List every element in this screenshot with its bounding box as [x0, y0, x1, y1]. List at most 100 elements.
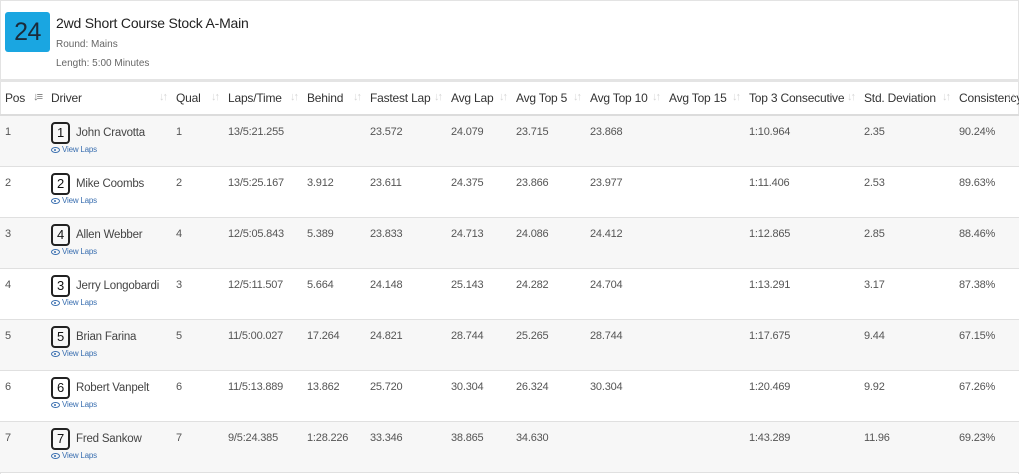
cell-driver: 2 Mike Coombs View Laps: [46, 166, 171, 218]
cell-driver: 1 John Cravotta View Laps: [46, 115, 171, 167]
column-header-avg-top5[interactable]: Avg Top 5 ↓↑: [511, 82, 585, 116]
cell-qual: 4: [171, 217, 223, 269]
view-laps-link[interactable]: View Laps: [51, 196, 171, 205]
sort-arrows-icon[interactable]: ↓↑: [573, 91, 582, 103]
cell-avg-lap: 25.143: [446, 268, 511, 320]
view-laps-link[interactable]: View Laps: [51, 145, 171, 154]
car-number-badge: 5: [51, 325, 70, 348]
cell-qual: 5: [171, 319, 223, 371]
sort-arrows-icon[interactable]: ↓↑: [211, 91, 220, 103]
view-laps-link[interactable]: View Laps: [51, 400, 171, 409]
cell-top3-consecutive: 1:12.865: [744, 217, 859, 269]
view-laps-label: View Laps: [62, 399, 97, 409]
cell-laps-time: 12/5:11.507: [223, 268, 302, 320]
sort-arrows-icon[interactable]: ↓↑: [353, 91, 362, 103]
column-header-laps-time[interactable]: Laps/Time ↓↑: [223, 82, 302, 116]
cell-qual: 1: [171, 115, 223, 167]
cell-laps-time: 9/5:24.385: [223, 421, 302, 473]
column-header-fastest-lap[interactable]: Fastest Lap ↓↑: [365, 82, 446, 116]
car-number-badge: 7: [51, 427, 70, 450]
column-header-driver[interactable]: Driver ↓↑: [46, 82, 171, 116]
sort-arrows-icon[interactable]: ↓↑: [434, 91, 443, 103]
column-header-top3-consecutive[interactable]: Top 3 Consecutive ↓↑: [744, 82, 859, 116]
table-row: 3 4 Allen Webber View Laps 4 12/5:05.843 5.389…: [0, 217, 1019, 269]
cell-std-dev: 9.92: [859, 370, 954, 422]
view-laps-label: View Laps: [62, 145, 97, 154]
race-title: 2wd Short Course Stock A-Main: [56, 15, 249, 31]
cell-avg-top5: 24.086: [511, 217, 585, 269]
cell-avg-top15: [664, 370, 744, 422]
cell-avg-top5: 25.265: [511, 319, 585, 371]
sort-arrows-icon[interactable]: ↓↑: [942, 91, 951, 103]
column-header-avg-top15[interactable]: Avg Top 15 ↓↑: [664, 82, 744, 116]
cell-pos: 6: [0, 370, 46, 422]
column-header-qual[interactable]: Qual ↓↑: [171, 82, 223, 116]
cell-avg-top10: 30.304: [585, 370, 664, 422]
view-laps-label: View Laps: [62, 195, 97, 205]
cell-avg-top5: 23.715: [511, 115, 585, 167]
column-header-label: Avg Lap: [451, 91, 494, 105]
view-laps-link[interactable]: View Laps: [51, 247, 171, 256]
driver-name: Robert Vanpelt: [76, 381, 150, 394]
cell-std-dev: 2.35: [859, 115, 954, 167]
cell-avg-top5: 24.282: [511, 268, 585, 320]
cell-std-dev: 9.44: [859, 319, 954, 371]
cell-avg-top15: [664, 421, 744, 473]
cell-consistency: 89.63%: [954, 166, 1019, 218]
column-header-avg-top10[interactable]: Avg Top 10 ↓↑: [585, 82, 664, 116]
column-header-avg-lap[interactable]: Avg Lap ↓↑: [446, 82, 511, 116]
race-round: Round: Mains: [56, 39, 118, 50]
sort-arrows-icon[interactable]: ↓↑: [847, 91, 856, 103]
column-header-std-dev[interactable]: Std. Deviation ↓↑: [859, 82, 954, 116]
cell-qual: 7: [171, 421, 223, 473]
cell-avg-lap: 24.079: [446, 115, 511, 167]
cell-fastest-lap: 23.833: [365, 217, 446, 269]
view-laps-link[interactable]: View Laps: [51, 298, 171, 307]
sort-arrows-icon[interactable]: ↓↑: [732, 91, 741, 103]
view-laps-link[interactable]: View Laps: [51, 349, 171, 358]
cell-avg-top5: 26.324: [511, 370, 585, 422]
eye-icon: [51, 197, 60, 204]
eye-icon: [51, 299, 60, 306]
race-length: Length: 5:00 Minutes: [56, 58, 150, 69]
cell-fastest-lap: 23.572: [365, 115, 446, 167]
column-header-behind[interactable]: Behind ↓↑: [302, 82, 365, 116]
sort-arrows-icon[interactable]: ↓↑: [290, 91, 299, 103]
sort-arrows-icon[interactable]: ↓↑: [652, 91, 661, 103]
cell-avg-top15: [664, 217, 744, 269]
cell-laps-time: 13/5:21.255: [223, 115, 302, 167]
cell-fastest-lap: 25.720: [365, 370, 446, 422]
sort-arrows-icon[interactable]: ↓↑: [159, 91, 168, 103]
sort-arrows-icon[interactable]: ↓≡: [33, 91, 43, 103]
sort-arrows-icon[interactable]: ↓↑: [1007, 91, 1016, 103]
cell-avg-top15: [664, 319, 744, 371]
table-row: 6 6 Robert Vanpelt View Laps 6 11/5:13.889 13.…: [0, 370, 1019, 422]
driver-name: Brian Farina: [76, 330, 137, 343]
column-header-consistency[interactable]: Consistency ↓↑: [954, 82, 1019, 116]
cell-top3-consecutive: 1:20.469: [744, 370, 859, 422]
view-laps-label: View Laps: [62, 297, 97, 307]
cell-avg-top10: 24.704: [585, 268, 664, 320]
table-row: 5 5 Brian Farina View Laps 5 11/5:00.027 17.26…: [0, 319, 1019, 371]
view-laps-link[interactable]: View Laps: [51, 451, 171, 460]
table-header-row: Pos ↓≡ Driver ↓↑ Qual ↓↑ Laps/Time ↓↑ Behind ↓↑ Fa…: [0, 82, 1019, 116]
sort-arrows-icon[interactable]: ↓↑: [499, 91, 508, 103]
cell-avg-lap: 30.304: [446, 370, 511, 422]
cell-laps-time: 12/5:05.843: [223, 217, 302, 269]
cell-fastest-lap: 23.611: [365, 166, 446, 218]
cell-behind: 1:28.226: [302, 421, 365, 473]
car-number-badge: 1: [51, 122, 70, 144]
view-laps-label: View Laps: [62, 450, 97, 460]
view-laps-label: View Laps: [62, 348, 97, 358]
cell-behind: 13.862: [302, 370, 365, 422]
driver-name: John Cravotta: [76, 127, 145, 139]
view-laps-label: View Laps: [62, 246, 97, 256]
cell-avg-top15: [664, 166, 744, 218]
cell-qual: 6: [171, 370, 223, 422]
car-number-badge: 6: [51, 376, 70, 399]
car-number-badge: 2: [51, 172, 70, 195]
cell-qual: 2: [171, 166, 223, 218]
cell-std-dev: 3.17: [859, 268, 954, 320]
column-header-pos[interactable]: Pos ↓≡: [0, 82, 46, 116]
cell-laps-time: 11/5:00.027: [223, 319, 302, 371]
